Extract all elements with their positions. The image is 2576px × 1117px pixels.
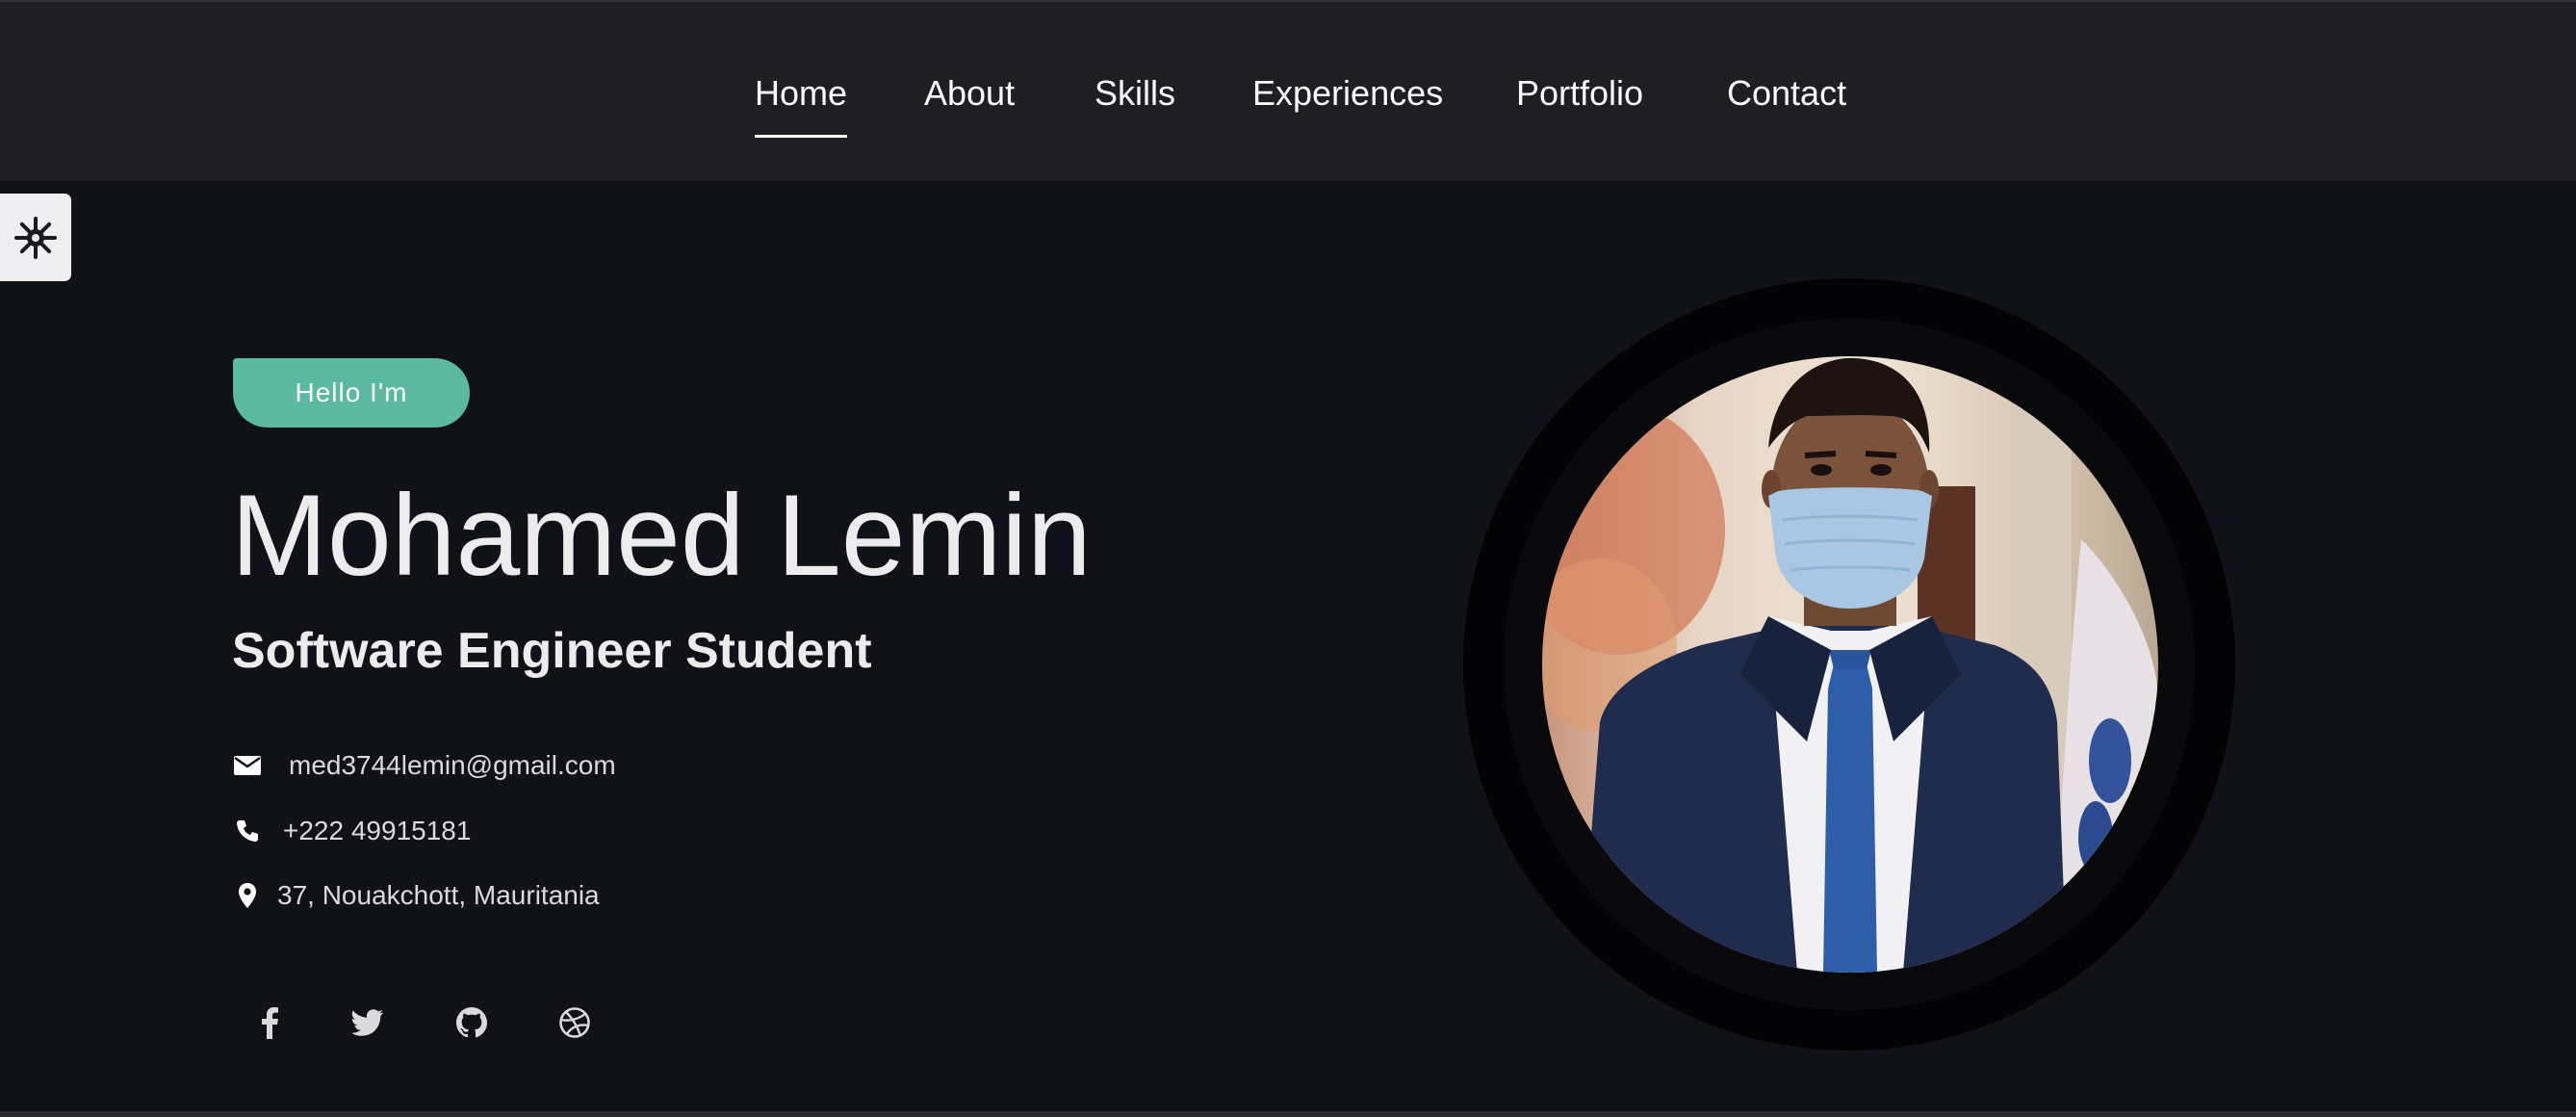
hero-title: Software Engineer Student xyxy=(232,623,872,679)
facebook-link[interactable] xyxy=(248,1001,291,1044)
settings-toggle-button[interactable] xyxy=(0,194,71,281)
contact-email-text[interactable]: med3744lemin@gmail.com xyxy=(289,750,616,781)
dribbble-link[interactable] xyxy=(554,1001,596,1044)
gear-icon xyxy=(14,216,57,259)
navbar: Home About Skills Experiences Portfolio … xyxy=(0,0,2576,181)
nav-item-home[interactable]: Home xyxy=(755,71,848,138)
contact-email: med3744lemin@gmail.com xyxy=(233,746,616,785)
hero-name: Mohamed Lemin xyxy=(231,471,1092,600)
contact-address: 37, Nouakchott, Mauritania xyxy=(233,876,600,915)
github-link[interactable] xyxy=(451,1001,493,1044)
envelope-icon xyxy=(233,751,262,780)
dribbble-icon xyxy=(559,1007,590,1038)
nav-item-experiences[interactable]: Experiences xyxy=(1252,71,1443,116)
phone-icon xyxy=(233,817,262,845)
contact-address-text: 37, Nouakchott, Mauritania xyxy=(277,880,600,910)
twitter-icon xyxy=(351,1009,383,1036)
page: Home About Skills Experiences Portfolio … xyxy=(0,0,2576,1117)
greeting-badge: Hello I'm xyxy=(233,358,470,428)
facebook-icon xyxy=(262,1007,278,1039)
nav-item-about[interactable]: About xyxy=(924,71,1015,116)
contact-phone-text[interactable]: +222 49915181 xyxy=(283,816,471,846)
profile-photo xyxy=(1542,356,2158,973)
twitter-link[interactable] xyxy=(347,1001,389,1044)
nav-item-portfolio[interactable]: Portfolio xyxy=(1516,71,1643,116)
map-marker-icon xyxy=(233,881,262,910)
nav-item-contact[interactable]: Contact xyxy=(1727,71,1846,116)
section-divider xyxy=(0,1111,2576,1117)
github-icon xyxy=(456,1007,487,1038)
contact-phone: +222 49915181 xyxy=(233,812,471,850)
nav-item-skills[interactable]: Skills xyxy=(1095,71,1175,116)
